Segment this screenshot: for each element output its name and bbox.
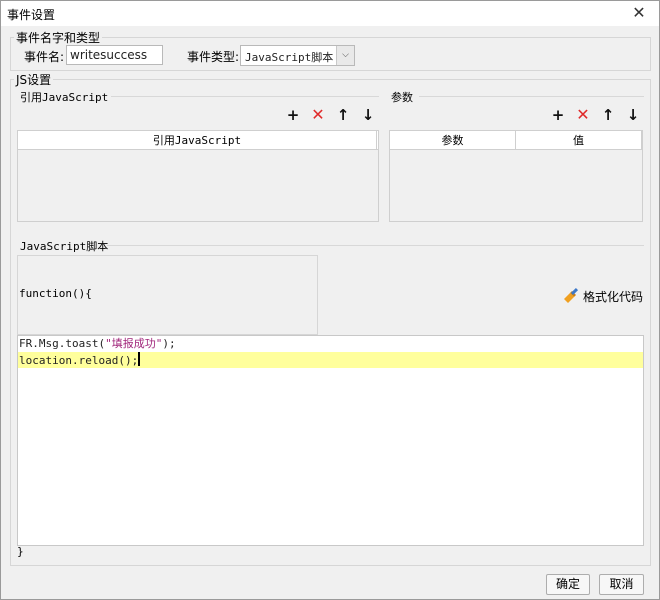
arrow-up-icon[interactable]: ↑: [334, 106, 352, 124]
script-title: JavaScript脚本: [20, 240, 109, 253]
arrow-down-icon[interactable]: ↓: [624, 106, 642, 124]
event-group-legend: 事件名字和类型: [16, 31, 101, 45]
arrow-up-icon[interactable]: ↑: [599, 106, 617, 124]
ref-js-separator: [111, 96, 379, 97]
event-settings-dialog: 事件设置 ✕ 事件名字和类型 事件名: 事件类型: JavaScript脚本 ⌵…: [0, 0, 660, 600]
delete-icon[interactable]: ✕: [309, 106, 327, 124]
function-suffix: }: [17, 545, 24, 558]
event-type-select[interactable]: JavaScript脚本 ⌵: [240, 45, 355, 66]
code-string-literal: "填报成功": [105, 337, 163, 350]
params-table-header: 参数 值: [390, 131, 642, 150]
close-button[interactable]: ✕: [629, 3, 649, 23]
format-code-label: 格式化代码: [583, 290, 644, 304]
function-prefix-panel: function(){: [17, 255, 318, 335]
add-icon[interactable]: +: [549, 106, 567, 124]
params-separator: [419, 96, 644, 97]
text-caret: [138, 352, 141, 366]
code-text: FR.Msg.toast(: [19, 337, 106, 350]
arrow-down-icon[interactable]: ↓: [359, 106, 377, 124]
add-icon[interactable]: +: [284, 106, 302, 124]
ref-js-table-header: 引用JavaScript: [18, 131, 378, 150]
ok-button[interactable]: 确定: [546, 574, 590, 595]
code-text: location.reload();: [19, 354, 139, 367]
code-text: );: [162, 337, 176, 350]
brush-icon: [564, 287, 579, 303]
window-title: 事件设置: [7, 8, 56, 22]
ref-js-column-header[interactable]: 引用JavaScript: [18, 131, 377, 150]
script-separator: [107, 245, 644, 246]
function-prefix: function(){: [19, 287, 92, 300]
ref-js-title: 引用JavaScript: [20, 91, 109, 104]
cancel-button[interactable]: 取消: [599, 574, 644, 595]
js-group-legend: JS设置: [16, 73, 52, 87]
code-line[interactable]: FR.Msg.toast("填报成功");: [18, 336, 643, 352]
ref-js-table[interactable]: 引用JavaScript: [17, 130, 379, 222]
title-bar: 事件设置 ✕: [1, 1, 659, 26]
event-type-label: 事件类型:: [187, 50, 240, 64]
event-name-input[interactable]: [66, 45, 163, 65]
param-name-column-header[interactable]: 参数: [390, 131, 516, 150]
delete-icon[interactable]: ✕: [574, 106, 592, 124]
param-value-column-header[interactable]: 值: [516, 131, 642, 150]
code-line-current[interactable]: location.reload();: [18, 352, 643, 368]
script-editor[interactable]: FR.Msg.toast("填报成功"); location.reload();: [17, 335, 644, 546]
params-title: 参数: [391, 91, 413, 104]
params-table[interactable]: 参数 值: [389, 130, 643, 222]
event-type-value: JavaScript脚本: [245, 51, 334, 64]
chevron-down-icon[interactable]: ⌵: [336, 46, 354, 65]
event-name-label: 事件名:: [24, 50, 65, 64]
